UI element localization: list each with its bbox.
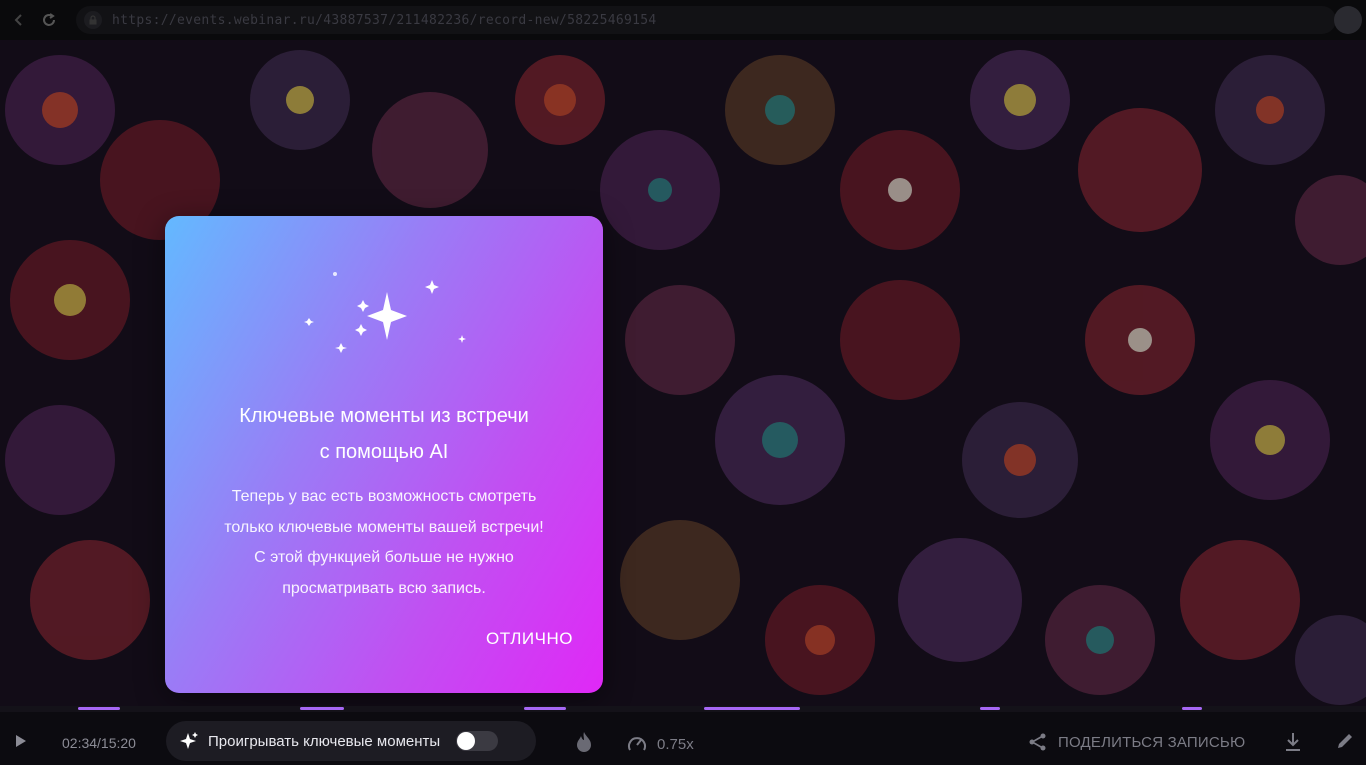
popup-body-line: Теперь у вас есть возможность смотреть bbox=[231, 488, 537, 505]
video-player[interactable]: Ключевые моменты из встречи с помощью AI… bbox=[0, 40, 1366, 706]
playback-speed-control[interactable]: 0.75x bbox=[626, 733, 694, 755]
highlight-segment[interactable] bbox=[980, 707, 1000, 710]
arrow-left-icon[interactable] bbox=[8, 9, 30, 31]
popup-body-line: С этой функцией больше не нужно bbox=[254, 549, 514, 566]
popup-title-line: Ключевые моменты из встречи bbox=[239, 405, 529, 427]
share-icon bbox=[1029, 733, 1046, 751]
address-bar[interactable]: https://events.webinar.ru/43887537/21148… bbox=[76, 6, 1336, 34]
highlight-segment[interactable] bbox=[1182, 707, 1202, 710]
popup-title-line: с помощью AI bbox=[319, 441, 449, 463]
time-display: 02:34/15:20 bbox=[62, 735, 136, 751]
share-label: ПОДЕЛИТЬСЯ ЗАПИСЬЮ bbox=[1058, 733, 1246, 751]
browser-toolbar: https://events.webinar.ru/43887537/21148… bbox=[0, 0, 1366, 40]
player-controls: 02:34/15:20 Проигрывать ключевые моменты… bbox=[0, 712, 1366, 765]
highlight-segment[interactable] bbox=[704, 707, 800, 710]
popup-title: Ключевые моменты из встречи с помощью AI bbox=[165, 398, 603, 470]
speed-value: 0.75x bbox=[657, 735, 694, 753]
url-text: https://events.webinar.ru/43887537/21148… bbox=[112, 12, 657, 28]
pencil-icon[interactable] bbox=[1336, 732, 1354, 750]
reload-icon[interactable] bbox=[38, 9, 60, 31]
profile-avatar[interactable] bbox=[1334, 6, 1362, 34]
ai-highlights-popup: Ключевые моменты из встречи с помощью AI… bbox=[165, 216, 603, 693]
highlight-segment[interactable] bbox=[78, 707, 120, 710]
sparkles-icon bbox=[180, 732, 198, 749]
popup-description: Теперь у вас есть возможность смотреть т… bbox=[165, 482, 603, 604]
highlights-mode-label: Проигрывать ключевые моменты bbox=[208, 732, 441, 750]
ok-button[interactable]: ОТЛИЧНО bbox=[486, 629, 573, 649]
popup-body-line: только ключевые моменты вашей встречи! bbox=[224, 518, 544, 536]
popup-body-line: просматривать всю запись. bbox=[282, 579, 486, 597]
highlights-mode-control[interactable]: Проигрывать ключевые моменты bbox=[166, 721, 536, 761]
toggle-knob bbox=[457, 732, 476, 750]
highlights-toggle[interactable] bbox=[456, 731, 499, 751]
speedometer-icon bbox=[628, 737, 646, 751]
highlight-segment[interactable] bbox=[300, 707, 344, 710]
flame-icon[interactable] bbox=[575, 731, 593, 753]
download-icon[interactable] bbox=[1284, 732, 1302, 752]
highlight-segment[interactable] bbox=[524, 707, 566, 710]
sparkles-icon bbox=[304, 272, 466, 353]
lock-icon bbox=[84, 11, 102, 29]
share-recording-button[interactable]: ПОДЕЛИТЬСЯ ЗАПИСЬЮ bbox=[1028, 732, 1245, 752]
play-icon[interactable] bbox=[14, 734, 28, 748]
